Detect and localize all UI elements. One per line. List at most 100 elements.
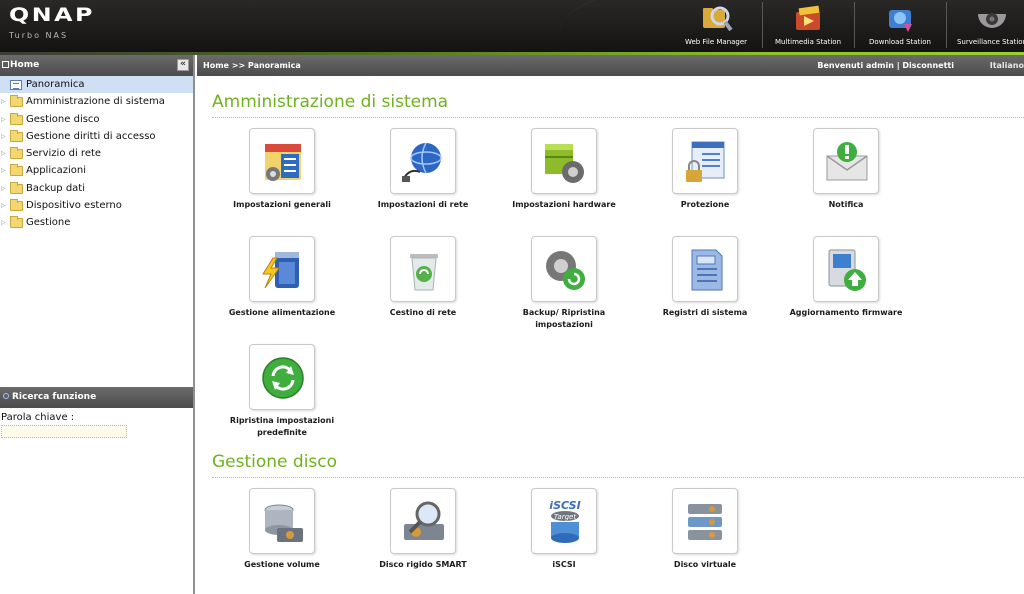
- sidebar-header: Home «: [0, 55, 193, 76]
- app-label: Multimedia Station: [774, 38, 842, 46]
- target-badge-text: Target: [554, 513, 576, 521]
- search-panel: Parola chiave :: [0, 412, 193, 438]
- sidebar: Home « Panoramica ▷ Amministrazione di s…: [0, 55, 195, 594]
- tile-label: Impostazioni hardware: [512, 200, 616, 209]
- tile-label: Gestione volume: [244, 560, 320, 569]
- tile-icon-frame: [249, 344, 315, 410]
- turbo-nas-subtitle: Turbo NAS: [9, 31, 69, 40]
- breadcrumb[interactable]: Home >> Panoramica: [203, 55, 301, 76]
- sidebar-item-servizio-rete[interactable]: ▷ Servizio di rete: [0, 145, 193, 162]
- tile-label: Aggiornamento firmware: [789, 308, 903, 317]
- collapse-sidebar-button[interactable]: «: [177, 59, 189, 71]
- sidebar-item-dispositivo-esterno[interactable]: ▷ Dispositivo esterno: [0, 197, 193, 214]
- tile-icon-frame: [813, 236, 879, 302]
- expand-arrow-icon[interactable]: ▷: [1, 145, 9, 162]
- keyword-search-input[interactable]: [1, 425, 127, 438]
- sidebar-item-label: Servizio di rete: [26, 148, 102, 160]
- backup-restore-gear-icon: [546, 251, 585, 290]
- breadcrumb-bar: Home >> Panoramica Benvenuti admin | Dis…: [197, 55, 1024, 76]
- sidebar-item-gestione-disco[interactable]: ▷ Gestione disco: [0, 111, 193, 128]
- expand-arrow-icon[interactable]: ▷: [1, 111, 9, 128]
- sidebar-item-backup-dati[interactable]: ▷ Backup dati: [0, 180, 193, 197]
- tile-disco-virtuale[interactable]: Disco virtuale: [640, 488, 770, 571]
- tile-icon-frame: iSCSI Target: [531, 488, 597, 554]
- nav-tree: Panoramica ▷ Amministrazione di sistema …: [0, 76, 193, 379]
- tile-label: Protezione: [680, 200, 730, 209]
- expand-arrow-icon[interactable]: ▷: [1, 197, 9, 214]
- tile-label: Disco rigido SMART: [379, 560, 467, 569]
- tile-label: Ripristina impostazioni predefinite: [229, 416, 335, 437]
- sidebar-item-diritti-accesso[interactable]: ▷ Gestione diritti di accesso: [0, 128, 193, 145]
- expand-arrow-icon[interactable]: ▷: [1, 162, 9, 179]
- expand-arrow-icon[interactable]: ▷: [1, 180, 9, 197]
- folder-icon: [10, 199, 23, 212]
- section-title-amministrazione: Amministrazione di sistema: [212, 92, 449, 112]
- sidebar-item-applicazioni[interactable]: ▷ Applicazioni: [0, 162, 193, 179]
- tile-icon-frame: [249, 128, 315, 194]
- section-divider: [212, 117, 1024, 118]
- app-label: Web File Manager: [684, 38, 748, 46]
- sidebar-item-label: Gestione: [26, 217, 71, 229]
- expand-arrow-icon[interactable]: ▷: [1, 128, 9, 145]
- sidebar-item-gestione[interactable]: ▷ Gestione: [0, 214, 193, 231]
- folder-icon: [10, 164, 23, 177]
- sidebar-item-label: Gestione diritti di accesso: [26, 130, 156, 142]
- welcome-logout-link[interactable]: Benvenuti admin | Disconnetti: [817, 55, 954, 76]
- sidebar-item-label: Gestione disco: [26, 113, 100, 125]
- multimedia-station-button[interactable]: Multimedia Station: [764, 0, 852, 52]
- tile-icon-frame: [249, 236, 315, 302]
- tile-label: Backup/ Ripristina impostazioni: [522, 308, 606, 329]
- surveillance-station-icon: [978, 13, 1006, 28]
- tile-notifica[interactable]: Notifica: [781, 128, 911, 211]
- folder-icon: [10, 112, 23, 125]
- sidebar-item-panoramica[interactable]: Panoramica: [0, 76, 193, 94]
- sidebar-header-label: Home: [10, 60, 40, 70]
- tile-icon-frame: [672, 128, 738, 194]
- tile-impostazioni-generali[interactable]: Impostazioni generali: [217, 128, 347, 211]
- tile-impostazioni-rete[interactable]: Impostazioni di rete: [358, 128, 488, 211]
- iscsi-badge-text: iSCSI: [549, 499, 580, 512]
- language-selector[interactable]: Italiano: [990, 55, 1024, 76]
- multimedia-station-icon: [796, 5, 820, 30]
- general-settings-icon: [265, 144, 301, 181]
- tile-impostazioni-hardware[interactable]: Impostazioni hardware: [499, 128, 629, 211]
- tile-label: Impostazioni generali: [233, 200, 331, 209]
- tile-gestione-alimentazione[interactable]: Gestione alimentazione: [217, 236, 347, 319]
- sidebar-item-amministrazione[interactable]: ▷ Amministrazione di sistema: [0, 93, 193, 110]
- tile-ripristina-predefinite[interactable]: Ripristina impostazioni predefinite: [217, 344, 347, 439]
- expand-arrow-icon[interactable]: ▷: [1, 214, 9, 231]
- download-station-button[interactable]: Download Station: [856, 0, 944, 52]
- sidebar-item-label: Applicazioni: [26, 165, 86, 177]
- expand-arrow-icon[interactable]: ▷: [1, 93, 9, 110]
- tile-icon-frame: [672, 488, 738, 554]
- tile-label: Notifica: [828, 200, 864, 209]
- tile-disco-smart[interactable]: Disco rigido SMART: [358, 488, 488, 571]
- virtual-disk-icon: [688, 504, 722, 540]
- web-file-manager-button[interactable]: Web File Manager: [672, 0, 760, 52]
- section-divider: [212, 477, 1024, 478]
- power-management-icon: [262, 252, 299, 289]
- volume-management-icon: [264, 504, 303, 542]
- tile-icon-frame: [813, 128, 879, 194]
- tile-gestione-volume[interactable]: Gestione volume: [217, 488, 347, 571]
- search-panel-header: Ricerca funzione: [0, 387, 193, 408]
- system-log-icon: [691, 249, 723, 291]
- tile-aggiornamento-firmware[interactable]: Aggiornamento firmware: [781, 236, 911, 319]
- firmware-update-icon: [828, 249, 866, 291]
- tile-backup-ripristina[interactable]: Backup/ Ripristina impostazioni: [499, 236, 629, 331]
- tile-icon-frame: [390, 236, 456, 302]
- app-separator: [854, 2, 855, 48]
- folder-icon: [10, 216, 23, 229]
- folder-icon: [10, 181, 23, 194]
- tile-label: Impostazioni di rete: [377, 200, 469, 209]
- folder-icon: [10, 95, 23, 108]
- tile-cestino-rete[interactable]: Cestino di rete: [358, 236, 488, 319]
- sidebar-item-label: Dispositivo esterno: [26, 200, 122, 212]
- surveillance-station-button[interactable]: Surveillance Station: [948, 0, 1024, 52]
- hdd-smart-icon: [404, 501, 444, 540]
- section-title-gestione-disco: Gestione disco: [212, 452, 338, 472]
- tile-registri-sistema[interactable]: Registri di sistema: [640, 236, 770, 319]
- home-icon: [2, 61, 9, 68]
- tile-iscsi[interactable]: iSCSI Target iSCSI: [499, 488, 629, 571]
- tile-protezione[interactable]: Protezione: [640, 128, 770, 211]
